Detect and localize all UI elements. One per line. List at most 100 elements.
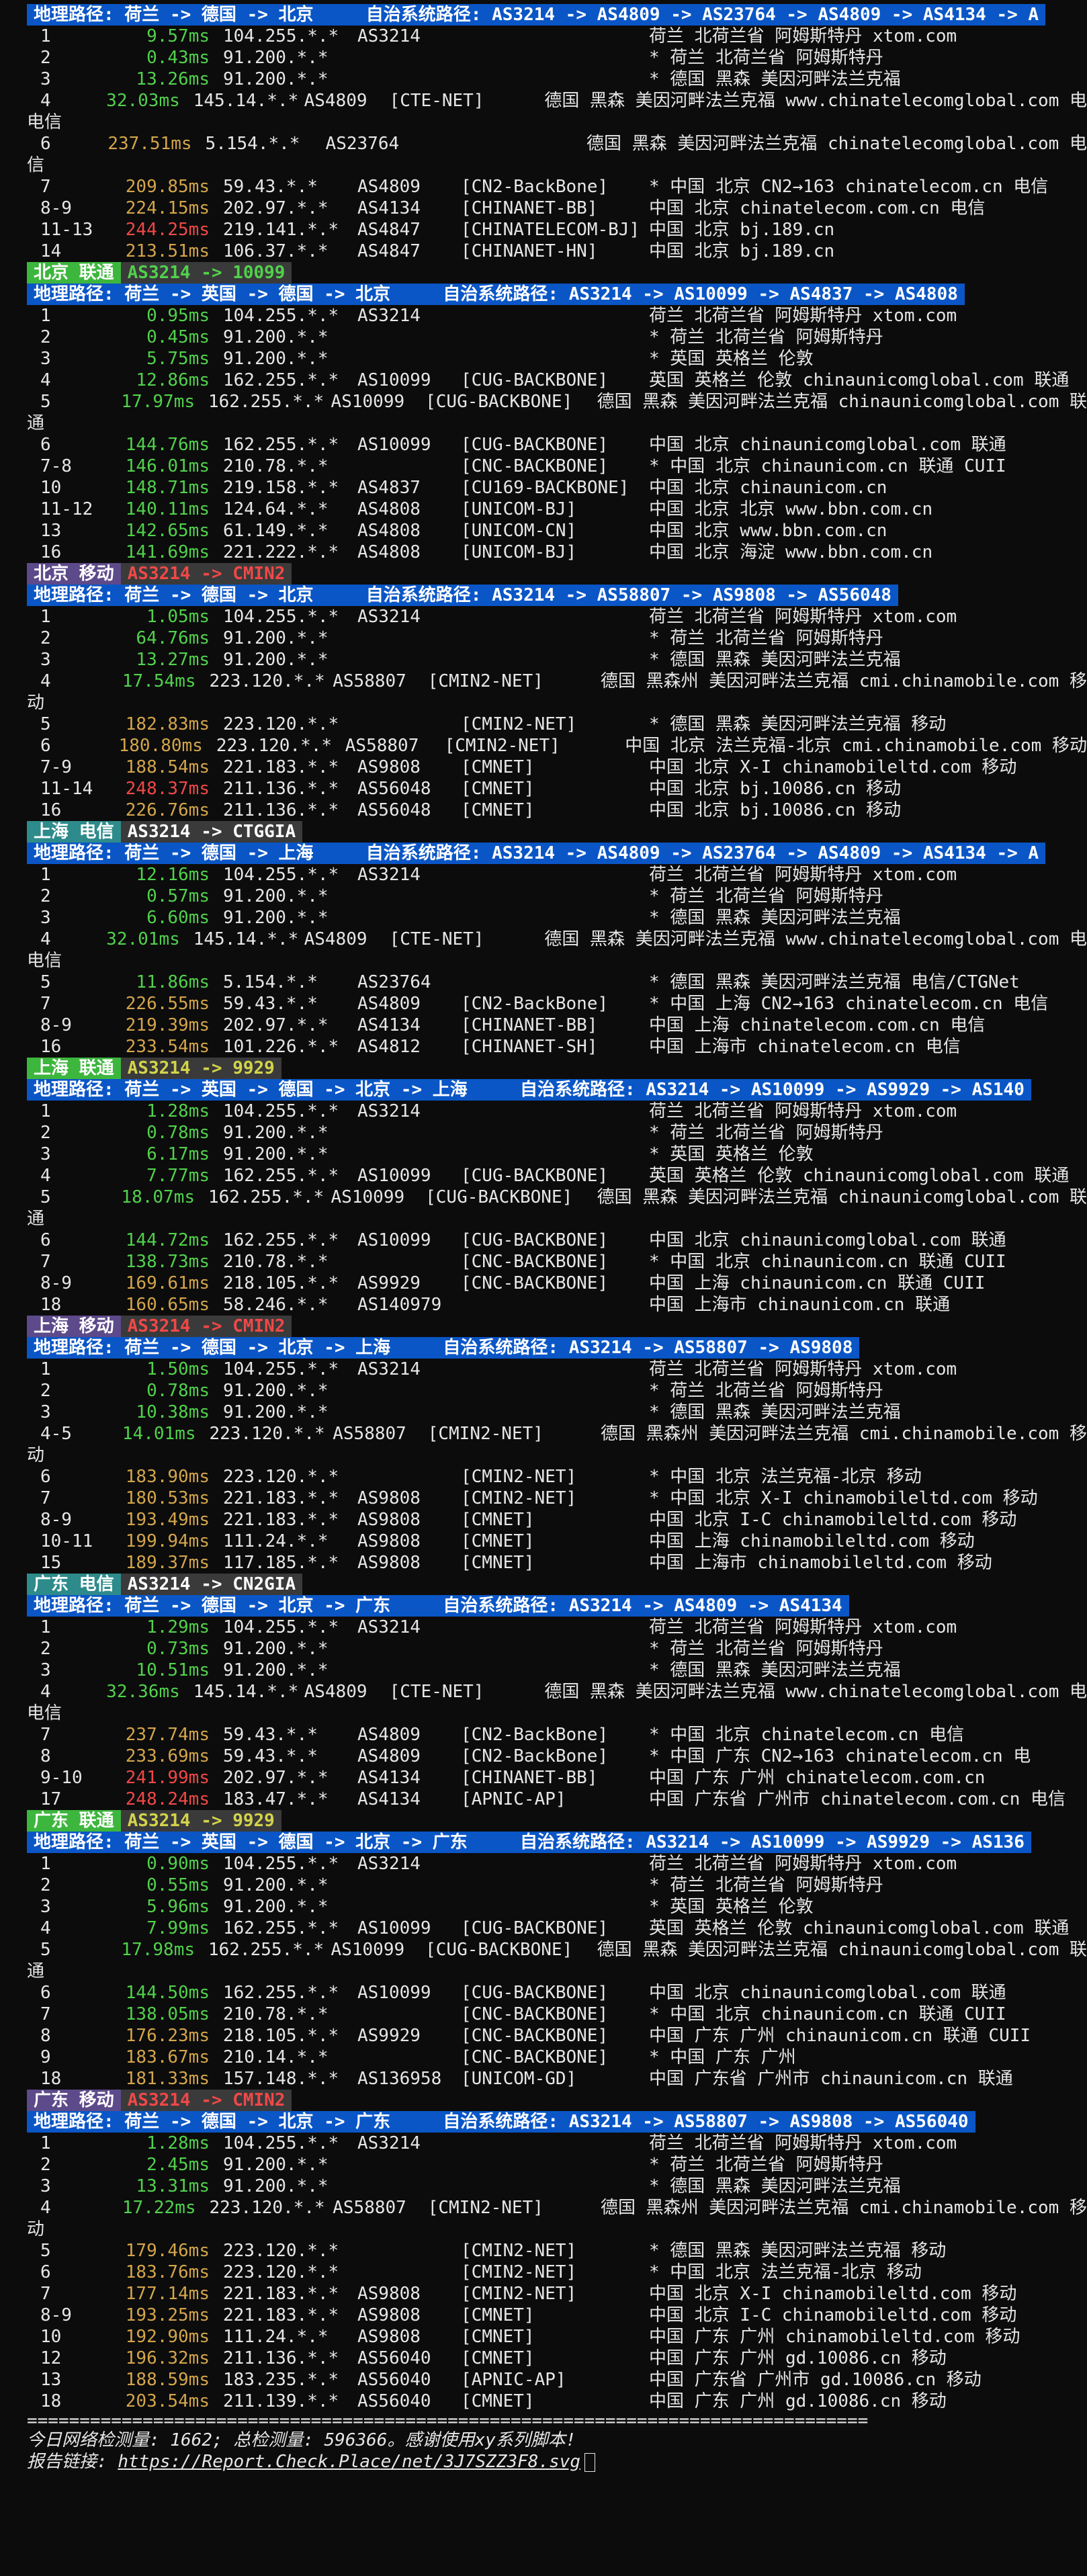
latency: 17.54ms	[122, 671, 196, 691]
section-badge-line: 北京 联通 AS3214 -> 10099	[27, 262, 1087, 284]
as-tag: [CUG-BACKBONE]	[461, 1983, 609, 2003]
ip-address: 162.255.*.*	[223, 1166, 339, 1186]
as-number: AS4134	[357, 198, 421, 218]
carrier-badge: 北京 移动	[27, 563, 121, 585]
geo-info: * 中国 北京 法兰克福-北京 移动	[649, 2262, 922, 2282]
hop-number: 3	[40, 2176, 51, 2196]
hop-number: 17	[40, 1789, 62, 1809]
geo-info: 英国 英格兰 伦敦 chinaunicomglobal.com 联通	[649, 1166, 1070, 1186]
as-number: AS9808	[357, 1510, 421, 1530]
hop-row: 6 144.72ms 162.255.*.* AS10099 [CUG-BACKBONE…	[27, 1230, 1087, 1251]
latency: 10.38ms	[136, 1402, 210, 1422]
as-number: AS58807	[345, 736, 419, 756]
latency: 140.11ms	[125, 499, 210, 519]
latency: 146.01ms	[125, 456, 210, 476]
latency: 189.37ms	[125, 1553, 210, 1573]
hop-number: 7	[40, 1252, 51, 1272]
route-type-badge: AS3214 -> CMIN2	[120, 1316, 292, 1337]
as-number	[357, 2004, 461, 2025]
geo-info: 中国 广东 广州 chinamobileltd.com 移动	[649, 2327, 1020, 2347]
ip-address: 117.185.*.*	[223, 1553, 339, 1573]
as-number	[357, 348, 461, 370]
ip-address: 5.154.*.*	[223, 972, 318, 992]
ip-address: 211.136.*.*	[223, 800, 339, 820]
ip-address: 223.120.*.*	[209, 671, 325, 691]
hop-number: 1	[40, 1617, 51, 1637]
as-number: AS4808	[357, 521, 421, 541]
geo-info: * 中国 上海 CN2→163 chinatelecom.cn 电信	[649, 994, 1049, 1014]
latency: 233.69ms	[125, 1746, 210, 1766]
hop-row: 13 142.65ms 61.149.*.* AS4808 [UNICOM-CN] 中国 …	[27, 520, 1087, 542]
hop-number: 3	[40, 69, 51, 89]
latency: 17.97ms	[121, 392, 195, 412]
latency: 138.05ms	[125, 2004, 210, 2024]
hop-row: 2 0.45ms 91.200.*.* * 荷兰 北荷兰省 阿姆斯特丹	[27, 327, 1087, 348]
hop-row: 8-9 219.39ms 202.97.*.* AS4134 [CHINANET-BB]…	[27, 1015, 1087, 1036]
ip-address: 58.246.*.*	[223, 1295, 329, 1315]
as-number	[357, 1380, 461, 1402]
as-tag: [CUG-BACKBONE]	[425, 1187, 573, 1207]
as-number	[357, 2047, 461, 2068]
ip-address: 91.200.*.*	[223, 2176, 329, 2196]
section-badge-line: 上海 电信 AS3214 -> CTGGIA	[27, 821, 1087, 843]
latency: 144.50ms	[125, 1983, 210, 2003]
report-link[interactable]: https://Report.Check.Place/net/3J7SZZ3F8…	[118, 2452, 580, 2472]
as-number: AS9808	[357, 2284, 421, 2304]
ip-address: 183.235.*.*	[223, 2370, 339, 2390]
hop-row: 13 188.59ms 183.235.*.* AS56040 [APNIC-AP] 中国…	[27, 2369, 1087, 2391]
ip-address: 223.120.*.*	[223, 1467, 339, 1487]
as-number	[357, 649, 461, 671]
hop-row: 4 17.22ms 223.120.*.* AS58807 [CMIN2-NET] 德国 …	[27, 2197, 1087, 2219]
as-tag: [CU169-BACKBONE]	[461, 478, 629, 498]
latency: 176.23ms	[125, 2026, 210, 2046]
hop-number: 6	[40, 2262, 51, 2282]
as-tag: [CHINANET-BB]	[461, 1015, 598, 1035]
hop-number: 6	[40, 1230, 51, 1250]
ip-address: 221.183.*.*	[223, 2284, 339, 2304]
footer-stats: 今日网络检测量: 1662; 总检测量: 596366。感谢使用xy系列脚本!	[27, 2430, 576, 2450]
ip-address: 221.183.*.*	[223, 2305, 339, 2325]
as-number: AS56040	[357, 2348, 431, 2368]
terminal-cursor	[584, 2452, 596, 2472]
latency: 14.01ms	[122, 1424, 196, 1444]
route-path: 地理路径: 荷兰 -> 德国 -> 北京 自治系统路径: AS3214 -> A…	[27, 4, 1046, 26]
latency: 1.28ms	[146, 2133, 210, 2153]
hop-row: 18 203.54ms 211.139.*.* AS56040 [CMNET] 中国 广东…	[27, 2391, 1087, 2412]
ip-address: 91.200.*.*	[223, 650, 329, 670]
geo-info: * 德国 黑森 美因河畔法兰克福	[649, 1660, 901, 1680]
latency: 179.46ms	[125, 2241, 210, 2261]
geo-info: * 英国 英格兰 伦敦	[649, 349, 814, 369]
hop-number: 18	[40, 2391, 62, 2411]
hop-row: 2 0.55ms 91.200.*.* * 荷兰 北荷兰省 阿姆斯特丹	[27, 1875, 1087, 1896]
latency: 7.77ms	[146, 1166, 210, 1186]
ip-address: 202.97.*.*	[223, 1768, 329, 1788]
ip-address: 223.120.*.*	[216, 736, 333, 756]
as-number: AS3214	[357, 26, 421, 46]
latency: 32.01ms	[106, 929, 180, 949]
geo-info: 中国 北京 北京 www.bbn.com.cn	[649, 499, 933, 519]
hop-number: 15	[40, 1553, 62, 1573]
as-number: AS4809	[357, 1725, 421, 1745]
hop-number: 1	[40, 865, 51, 885]
ip-address: 91.200.*.*	[223, 1123, 329, 1143]
latency: 148.71ms	[125, 478, 210, 498]
hop-number: 18	[40, 1295, 62, 1315]
as-number: AS56048	[357, 800, 431, 820]
as-tag: [CMIN2-NET]	[461, 2262, 577, 2282]
hop-number: 7	[40, 1725, 51, 1745]
ip-address: 59.43.*.*	[223, 1746, 318, 1766]
latency: 196.32ms	[125, 2348, 210, 2368]
footer-report: 报告链接: https://Report.Check.Place/net/3J7…	[27, 2451, 1087, 2473]
latency: 142.65ms	[125, 521, 210, 541]
ip-address: 145.14.*.*	[193, 91, 299, 111]
as-tag: [CNC-BACKBONE]	[461, 2004, 609, 2024]
as-number: AS10099	[357, 435, 431, 455]
hop-number: 18	[40, 2069, 62, 2089]
wrapped-text: 动	[27, 1445, 45, 1465]
hop-number: 12	[40, 2348, 62, 2368]
as-number	[357, 2154, 461, 2176]
latency: 17.98ms	[121, 1940, 195, 1960]
geo-info: * 荷兰 北荷兰省 阿姆斯特丹	[649, 327, 883, 347]
hop-number: 3	[40, 1897, 51, 1917]
hop-row: 2 0.73ms 91.200.*.* * 荷兰 北荷兰省 阿姆斯特丹	[27, 1638, 1087, 1660]
